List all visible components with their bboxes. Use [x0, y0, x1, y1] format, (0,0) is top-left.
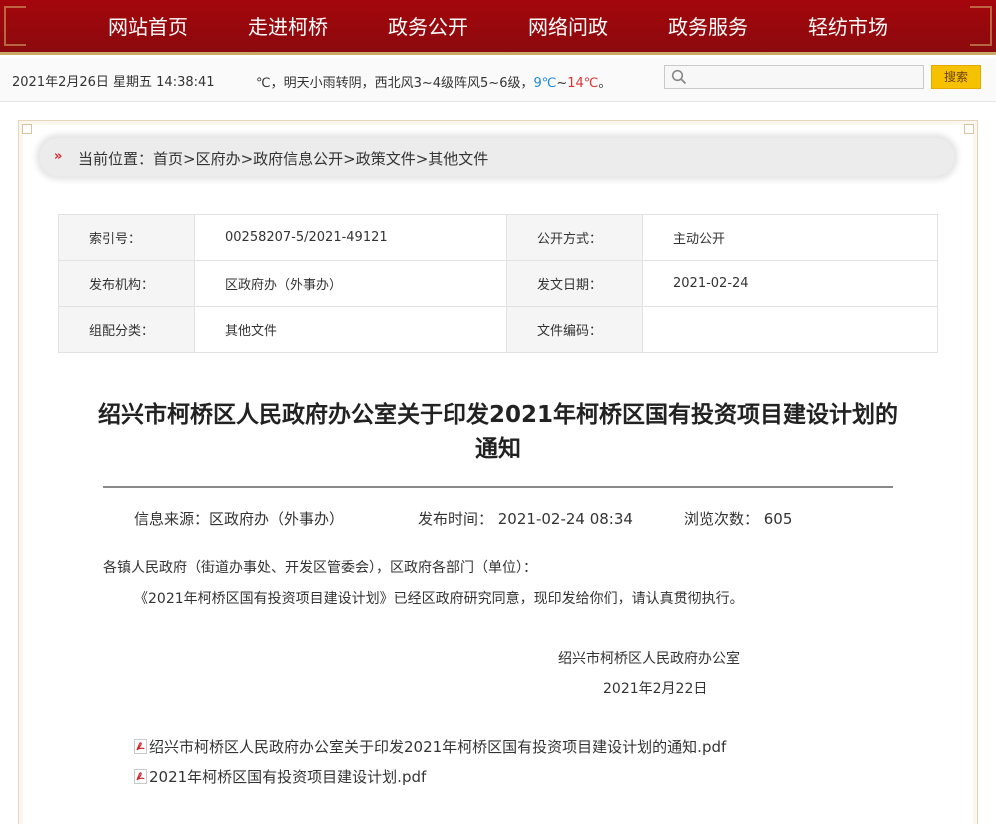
- article-salutation: 各镇人民政府（街道办事处、开发区管委会），区政府各部门（单位）：: [103, 560, 537, 576]
- info-publish-time: 发布时间： 2021-02-24 08:34: [418, 510, 633, 528]
- table-row: 组配分类： 其他文件 文件编码：: [58, 306, 938, 353]
- temp-high: 14℃: [567, 76, 599, 91]
- nav-item-online-inquiry[interactable]: 网络问政: [498, 0, 638, 55]
- nav-item-home[interactable]: 网站首页: [78, 0, 218, 55]
- table-row: 索引号： 00258207-5/2021-49121 公开方式： 主动公开: [58, 214, 938, 261]
- article-sign-date: 2021年2月22日: [603, 681, 708, 697]
- title-divider: [103, 486, 893, 488]
- search-input[interactable]: [693, 68, 919, 86]
- double-arrow-icon: »: [54, 149, 63, 164]
- meta-key-doc-code: 文件编码：: [506, 306, 643, 353]
- top-nav: 网站首页 走进柯桥 政务公开 网络问政 政务服务 轻纺市场: [0, 0, 996, 55]
- table-row: 发布机构： 区政府办（外事办） 发文日期： 2021-02-24: [58, 260, 938, 307]
- frame-corner-ornament: [22, 124, 32, 134]
- attachment-link[interactable]: 2021年柯桥区国有投资项目建设计划.pdf: [134, 766, 426, 787]
- meta-value-disclosure: 主动公开: [642, 214, 938, 261]
- nav-ornament-right: [970, 6, 992, 46]
- pdf-icon: [134, 769, 147, 784]
- nav-item-government-services[interactable]: 政务服务: [638, 0, 778, 55]
- meta-key-category: 组配分类：: [58, 306, 195, 353]
- meta-value-index: 00258207-5/2021-49121: [194, 214, 507, 261]
- info-view-count: 浏览次数： 605: [684, 510, 793, 528]
- article-signer: 绍兴市柯桥区人民政府办公室: [558, 651, 740, 667]
- nav-item-government-affairs[interactable]: 政务公开: [358, 0, 498, 55]
- attachment-name[interactable]: 绍兴市柯桥区人民政府办公室关于印发2021年柯桥区国有投资项目建设计划的通知.p…: [149, 736, 726, 757]
- search-box: [664, 65, 924, 89]
- meta-key-index: 索引号：: [58, 214, 195, 261]
- nav-item-about-keqiao[interactable]: 走进柯桥: [218, 0, 358, 55]
- document-meta-table: 索引号： 00258207-5/2021-49121 公开方式： 主动公开 发布…: [58, 214, 938, 353]
- attachment-link[interactable]: 绍兴市柯桥区人民政府办公室关于印发2021年柯桥区国有投资项目建设计划的通知.p…: [134, 736, 726, 757]
- temp-separator: ~: [556, 76, 568, 91]
- breadcrumb: 当前位置：首页>区府办>政府信息公开>政策文件>其他文件: [78, 150, 489, 168]
- meta-key-publisher: 发布机构：: [58, 260, 195, 307]
- info-bar: 2021年2月26日 星期五 14:38:41 ℃，明天小雨转阴，西北风3~4级…: [0, 58, 996, 102]
- info-source: 信息来源：区政府办（外事办）: [134, 510, 345, 528]
- search-icon: [671, 69, 687, 85]
- temp-low: 9℃: [533, 76, 557, 91]
- nav-item-textile-market[interactable]: 轻纺市场: [778, 0, 918, 55]
- article-title: 绍兴市柯桥区人民政府办公室关于印发2021年柯桥区国有投资项目建设计划的通知: [98, 402, 899, 462]
- meta-key-issue-date: 发文日期：: [506, 260, 643, 307]
- weather-text: ℃，明天小雨转阴，西北风3~4级阵风5~6级，9℃~14℃。: [256, 72, 611, 91]
- pdf-icon: [134, 739, 147, 754]
- meta-value-publisher: 区政府办（外事办）: [194, 260, 507, 307]
- meta-value-category: 其他文件: [194, 306, 507, 353]
- search-button[interactable]: 搜索: [931, 65, 981, 89]
- breadcrumb-bar: » 当前位置：首页>区府办>政府信息公开>政策文件>其他文件: [40, 138, 954, 176]
- meta-key-disclosure: 公开方式：: [506, 214, 643, 261]
- weather-suffix: 。: [598, 76, 612, 91]
- weather-prefix: ℃，明天小雨转阴，西北风3~4级阵风5~6级，: [256, 76, 534, 91]
- meta-value-issue-date: 2021-02-24: [642, 260, 938, 307]
- frame-corner-ornament: [964, 124, 974, 134]
- current-datetime: 2021年2月26日 星期五 14:38:41: [12, 75, 215, 90]
- nav-ornament-left: [4, 6, 26, 46]
- meta-value-doc-code: [642, 306, 938, 353]
- attachment-name[interactable]: 2021年柯桥区国有投资项目建设计划.pdf: [149, 766, 426, 787]
- article-body: 《2021年柯桥区国有投资项目建设计划》已经区政府研究同意，现印发给你们，请认真…: [134, 591, 744, 607]
